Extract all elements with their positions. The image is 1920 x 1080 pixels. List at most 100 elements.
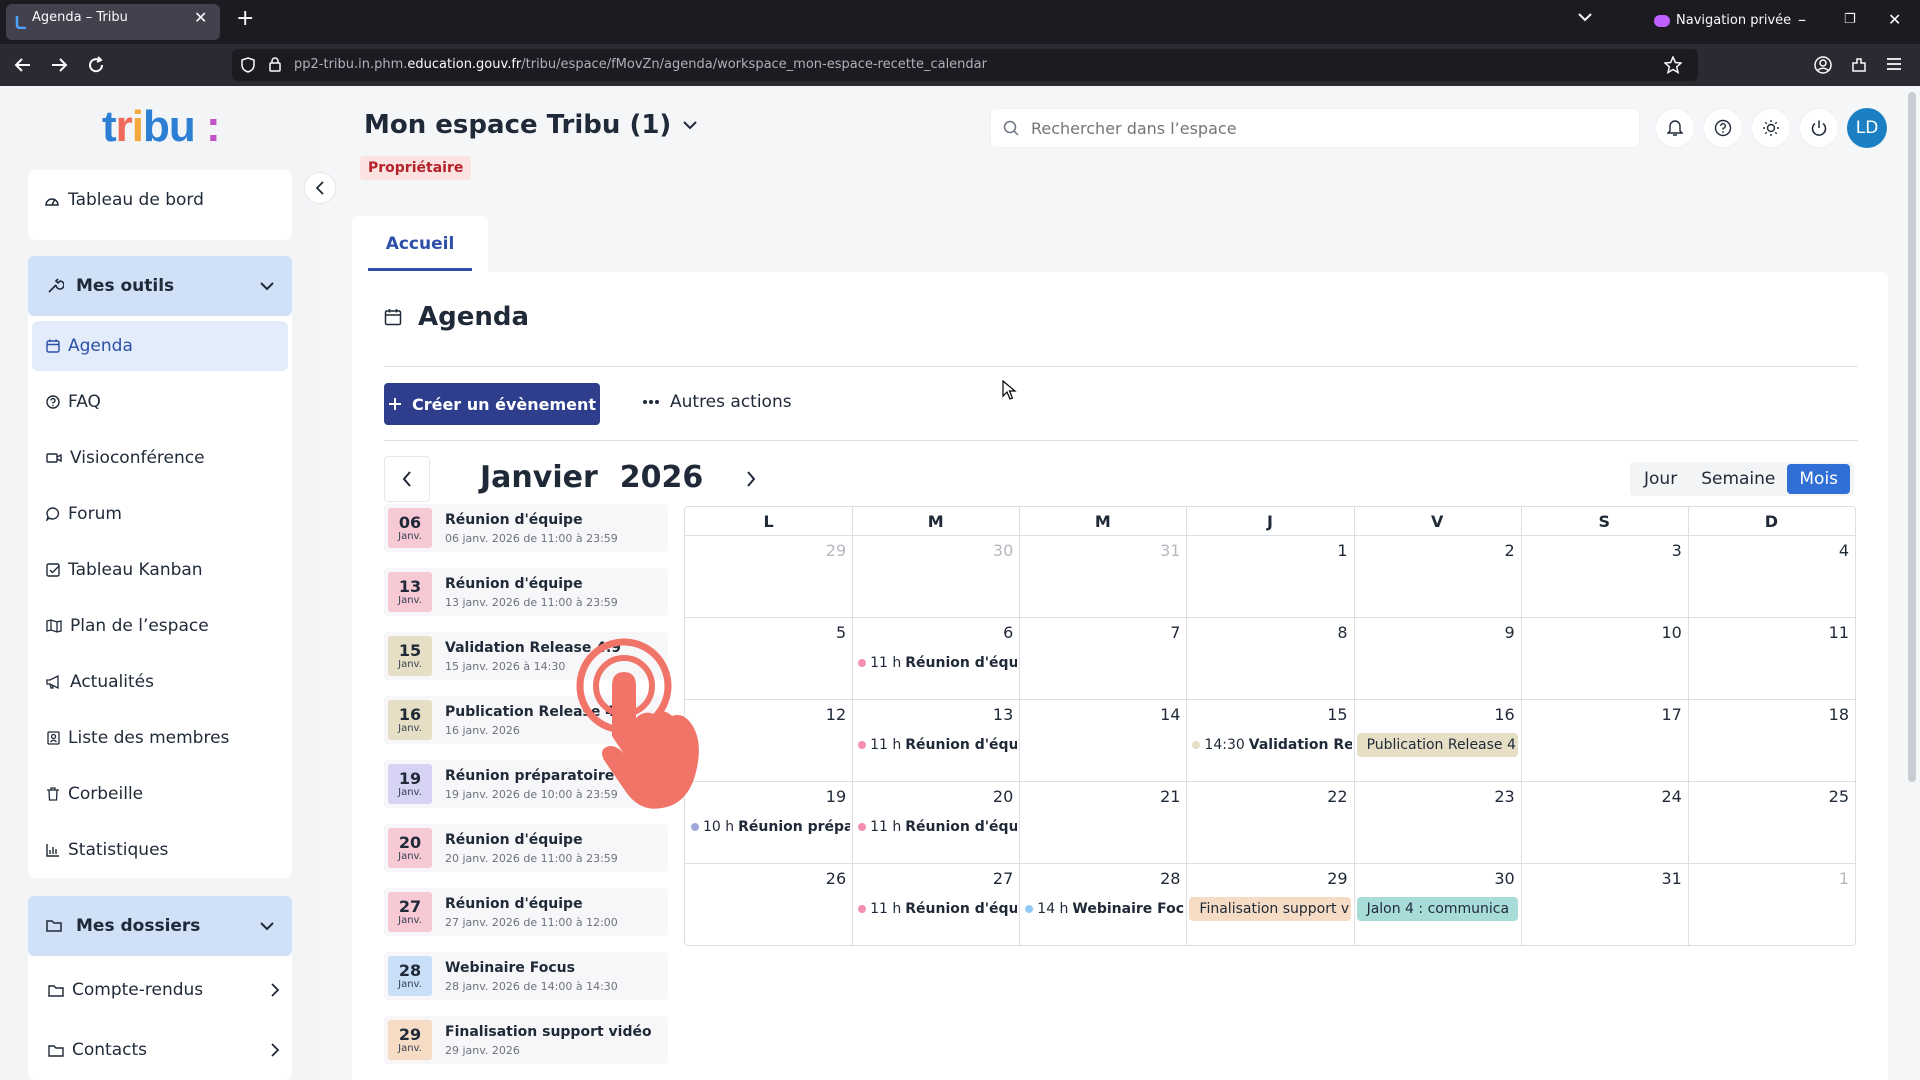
calendar-day-number[interactable]: 20: [983, 787, 1013, 806]
calendar-day-number[interactable]: 15: [1318, 705, 1347, 724]
logout-button[interactable]: [1799, 108, 1839, 148]
calendar-day-number[interactable]: 30: [1485, 869, 1514, 888]
event-list-item[interactable]: 06 Janv. Réunion d'équipe 06 janv. 2026 de …: [384, 504, 668, 552]
calendar-day-number[interactable]: 29: [1318, 869, 1347, 888]
calendar-allday-event[interactable]: Jalon 4 : communica: [1356, 897, 1518, 921]
notifications-button[interactable]: [1655, 108, 1695, 148]
back-arrow-icon[interactable]: [14, 56, 32, 74]
calendar-day-number[interactable]: 13: [983, 705, 1013, 724]
calendar-day-number[interactable]: 27: [983, 869, 1013, 888]
folder-item-contacts[interactable]: Contacts: [48, 1034, 280, 1066]
calendar-day-number[interactable]: 12: [816, 705, 846, 724]
close-window-icon[interactable]: ✕: [1888, 10, 1901, 29]
bookmark-star-icon[interactable]: [1664, 56, 1682, 74]
user-avatar[interactable]: LD: [1847, 108, 1887, 148]
calendar-allday-event[interactable]: Finalisation support v: [1189, 897, 1351, 921]
calendar-day-number[interactable]: 28: [1150, 869, 1180, 888]
sidebar-item-plan[interactable]: Plan de l’espace: [32, 601, 288, 651]
calendar-event[interactable]: 11 hRéunion d'équipe: [858, 898, 1017, 920]
url-text[interactable]: pp2-tribu.in.phm.education.gouv.fr/tribu…: [294, 57, 987, 72]
calendar-allday-event[interactable]: Publication Release 4: [1356, 733, 1518, 757]
tribu-logo[interactable]: tribu :: [102, 102, 221, 152]
calendar-day-number[interactable]: 3: [1652, 541, 1682, 560]
folders-section-header[interactable]: Mes dossiers: [28, 896, 292, 956]
calendar-day-number[interactable]: 5: [816, 623, 846, 642]
calendar-event[interactable]: 14:30Validation Relea: [1192, 734, 1352, 756]
extensions-icon[interactable]: [1850, 56, 1868, 74]
previous-month-button[interactable]: [384, 456, 430, 502]
event-list-item[interactable]: 28 Janv. Webinaire Focus 28 janv. 2026 de 1…: [384, 952, 668, 1000]
sidebar-item-members[interactable]: Liste des membres: [32, 713, 288, 763]
folder-item-compte-rendus[interactable]: Compte-rendus: [48, 974, 280, 1006]
sidebar-item-visio[interactable]: Visioconférence: [32, 433, 288, 483]
view-week-button[interactable]: Semaine: [1689, 464, 1787, 494]
calendar-day-number[interactable]: 31: [1652, 869, 1681, 888]
next-month-button[interactable]: [734, 462, 768, 496]
forward-arrow-icon[interactable]: [50, 56, 68, 74]
calendar-day-number[interactable]: 9: [1485, 623, 1515, 642]
tabs-list-chevron-icon[interactable]: [1578, 12, 1592, 22]
theme-toggle-button[interactable]: [1751, 108, 1791, 148]
help-button[interactable]: [1703, 108, 1743, 148]
account-icon[interactable]: [1814, 56, 1832, 74]
minimize-window-icon[interactable]: –: [1798, 10, 1806, 29]
calendar-event[interactable]: 11 hRéunion d'équipe: [858, 816, 1017, 838]
calendar-day-number[interactable]: 17: [1652, 705, 1681, 724]
tools-section-header[interactable]: Mes outils: [28, 256, 292, 316]
event-list-item[interactable]: 13 Janv. Réunion d'équipe 13 janv. 2026 de …: [384, 568, 668, 616]
restore-window-icon[interactable]: ❐: [1844, 12, 1856, 27]
calendar-day-number[interactable]: 22: [1318, 787, 1347, 806]
collapse-sidebar-button[interactable]: [304, 172, 336, 204]
event-list-item[interactable]: 20 Janv. Réunion d'équipe 20 janv. 2026 de …: [384, 824, 668, 872]
sidebar-item-stats[interactable]: Statistiques: [32, 825, 288, 875]
calendar-day-number[interactable]: 26: [816, 869, 846, 888]
calendar-day-number[interactable]: 18: [1819, 705, 1849, 724]
event-list-item[interactable]: 27 Janv. Réunion d'équipe 27 janv. 2026 de …: [384, 888, 668, 936]
calendar-day-number[interactable]: 4: [1819, 541, 1849, 560]
calendar-event[interactable]: 11 hRéunion d'équipe: [858, 734, 1017, 756]
menu-hamburger-icon[interactable]: [1886, 57, 1902, 71]
space-title[interactable]: Mon espace Tribu (1): [364, 110, 698, 140]
calendar-day-number[interactable]: 7: [1150, 623, 1180, 642]
new-tab-icon[interactable]: +: [236, 8, 254, 30]
calendar-day-number[interactable]: 16: [1485, 705, 1514, 724]
calendar-day-number[interactable]: 8: [1318, 623, 1347, 642]
calendar-day-number[interactable]: 10: [1652, 623, 1681, 642]
calendar-day-number[interactable]: 19: [816, 787, 846, 806]
sidebar-item-dashboard[interactable]: Tableau de bord: [44, 188, 204, 212]
calendar-day-number[interactable]: 24: [1652, 787, 1681, 806]
search-input[interactable]: [1031, 118, 1591, 138]
calendar-event[interactable]: 11 hRéunion d'équipe: [858, 652, 1017, 674]
sidebar-item-kanban[interactable]: Tableau Kanban: [32, 545, 288, 595]
calendar-day-number[interactable]: 21: [1150, 787, 1180, 806]
sidebar-item-faq[interactable]: FAQ: [32, 377, 288, 427]
event-list-item[interactable]: 29 Janv. Finalisation support vidéo 29 janv…: [384, 1016, 668, 1064]
tab-accueil[interactable]: Accueil: [352, 216, 488, 272]
lock-icon[interactable]: [268, 56, 282, 72]
view-month-button[interactable]: Mois: [1787, 464, 1851, 494]
close-tab-icon[interactable]: ✕: [194, 8, 207, 27]
sidebar-item-news[interactable]: Actualités: [32, 657, 288, 707]
calendar-day-number[interactable]: 30: [983, 541, 1013, 560]
calendar-day-number[interactable]: 14: [1150, 705, 1180, 724]
calendar-day-number[interactable]: 1: [1819, 869, 1849, 888]
more-actions-button[interactable]: Autres actions: [642, 392, 792, 412]
search-box[interactable]: [990, 108, 1640, 148]
create-event-button[interactable]: Créer un évènement: [384, 383, 600, 425]
view-day-button[interactable]: Jour: [1632, 464, 1689, 494]
page-scrollbar[interactable]: [1908, 92, 1916, 782]
calendar-day-number[interactable]: 31: [1150, 541, 1180, 560]
calendar-day-number[interactable]: 6: [983, 623, 1013, 642]
calendar-day-number[interactable]: 1: [1318, 541, 1347, 560]
calendar-event[interactable]: 10 hRéunion prépara: [691, 816, 850, 838]
calendar-day-number[interactable]: 25: [1819, 787, 1849, 806]
sidebar-item-trash[interactable]: Corbeille: [32, 769, 288, 819]
sidebar-item-forum[interactable]: Forum: [32, 489, 288, 539]
reload-icon[interactable]: [87, 56, 105, 74]
calendar-day-number[interactable]: 2: [1485, 541, 1515, 560]
calendar-day-number[interactable]: 23: [1485, 787, 1514, 806]
calendar-day-number[interactable]: 11: [1819, 623, 1849, 642]
calendar-day-number[interactable]: 29: [816, 541, 846, 560]
shield-icon[interactable]: [240, 57, 256, 73]
sidebar-item-agenda[interactable]: Agenda: [32, 321, 288, 371]
